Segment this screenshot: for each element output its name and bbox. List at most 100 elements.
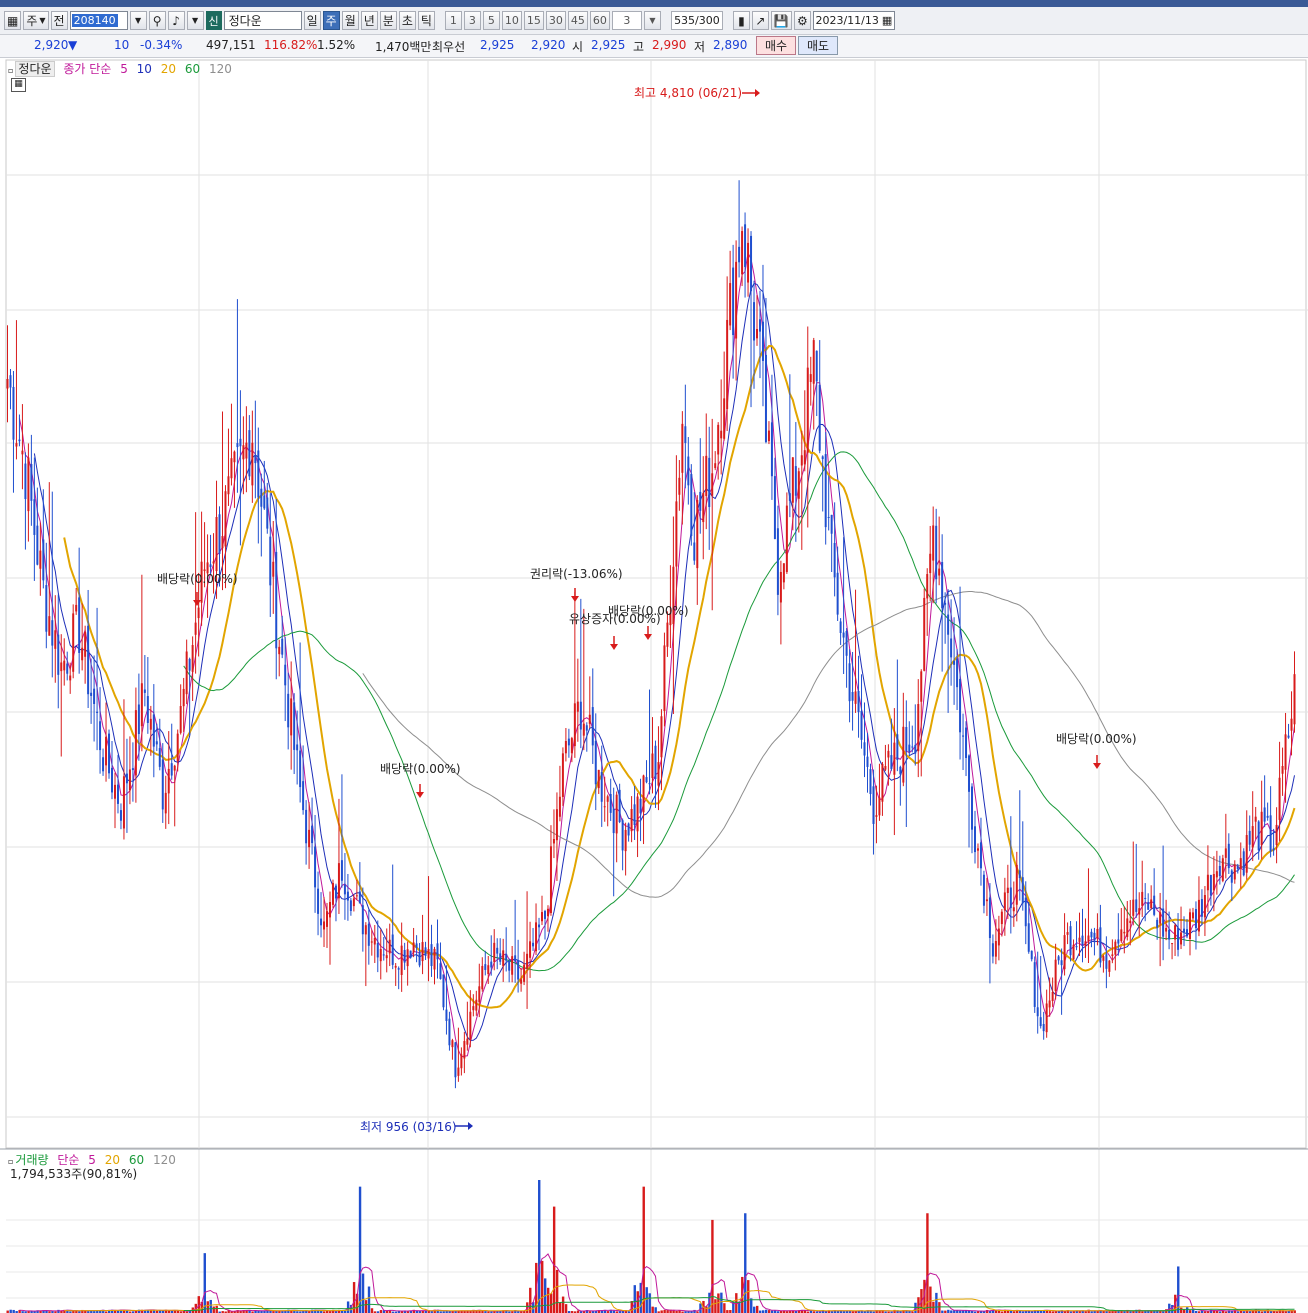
candle-body bbox=[116, 784, 119, 804]
candle-body bbox=[818, 384, 821, 451]
panel-collapse-icon[interactable]: ▫ bbox=[8, 66, 13, 75]
table-grid-icon[interactable]: ▦ bbox=[11, 78, 26, 92]
candle-body bbox=[579, 701, 582, 730]
candle-body bbox=[328, 902, 331, 918]
candle-body bbox=[929, 553, 932, 574]
candle-body bbox=[96, 711, 99, 713]
candle-body bbox=[439, 963, 442, 979]
candle-body bbox=[660, 716, 663, 758]
candle-body bbox=[633, 804, 636, 826]
candle-body bbox=[827, 516, 830, 518]
candle-body bbox=[272, 561, 275, 577]
candle-body bbox=[645, 777, 648, 783]
candle-body bbox=[532, 942, 535, 947]
candle-body bbox=[1069, 926, 1072, 956]
candle-body bbox=[266, 497, 269, 529]
candle-body bbox=[48, 616, 51, 636]
candle-body bbox=[526, 953, 529, 969]
candle-body bbox=[66, 663, 69, 674]
candle-body bbox=[51, 620, 54, 646]
volume-bar bbox=[538, 1180, 541, 1313]
candle-body bbox=[543, 910, 546, 919]
candle-body bbox=[242, 445, 245, 460]
moving-average-lines bbox=[18, 251, 1296, 1058]
volume-bar bbox=[561, 1296, 565, 1313]
candle-body bbox=[1018, 870, 1021, 879]
candle-body bbox=[36, 525, 39, 565]
volume-bar bbox=[370, 1308, 374, 1313]
candle-body bbox=[21, 450, 24, 455]
volume-bar bbox=[212, 1306, 215, 1313]
candle-body bbox=[606, 796, 609, 802]
candle-body bbox=[254, 455, 257, 464]
candle-body bbox=[1024, 897, 1027, 927]
candle-body bbox=[251, 442, 254, 486]
candle-body bbox=[636, 796, 639, 832]
candle-body bbox=[997, 928, 1000, 946]
candle-body bbox=[735, 261, 738, 339]
event-arrow-head bbox=[610, 644, 618, 650]
candle-body bbox=[893, 742, 896, 775]
volume-bar bbox=[1183, 1309, 1186, 1313]
candle-body bbox=[1081, 935, 1084, 946]
candle-body bbox=[800, 455, 803, 466]
candle-body bbox=[400, 945, 403, 975]
candle-body bbox=[1209, 875, 1212, 896]
candle-body bbox=[1275, 824, 1278, 845]
candle-body bbox=[311, 825, 314, 844]
candle-body bbox=[1281, 766, 1284, 774]
candle-body bbox=[1227, 843, 1230, 869]
volume-bar bbox=[1180, 1307, 1183, 1313]
event-label-dividend-1: 배당락(0.00%) bbox=[157, 572, 238, 586]
candle-body bbox=[1287, 735, 1290, 738]
volume-bar bbox=[938, 1302, 941, 1313]
candlestick-chart[interactable]: 최고 4,810 (06/21) 최저 956 (03/16) 배당락(0.00… bbox=[0, 0, 1308, 1313]
candle-body bbox=[848, 663, 851, 702]
candle-body bbox=[1045, 1003, 1048, 1033]
candle-body bbox=[269, 536, 272, 586]
candle-body bbox=[349, 900, 352, 912]
candle-body bbox=[433, 948, 436, 970]
candle-body bbox=[361, 905, 364, 935]
candle-body bbox=[797, 471, 800, 499]
candle-body bbox=[821, 456, 824, 460]
volume-bar bbox=[648, 1293, 651, 1313]
candle-body bbox=[600, 772, 603, 802]
candle-body bbox=[702, 493, 705, 523]
volume-bar bbox=[203, 1253, 206, 1313]
candle-body bbox=[176, 733, 179, 762]
volume-bar bbox=[747, 1280, 750, 1313]
candle-body bbox=[87, 625, 90, 695]
candle-body bbox=[985, 899, 988, 902]
candle-body bbox=[326, 911, 329, 927]
candle-body bbox=[418, 952, 421, 966]
candle-body bbox=[1242, 851, 1245, 876]
candle-body bbox=[502, 950, 505, 967]
volume-ma-legend-120: 120 bbox=[152, 1153, 176, 1167]
candle-body bbox=[90, 692, 93, 696]
candle-body bbox=[833, 542, 836, 578]
candle-body bbox=[1108, 960, 1111, 972]
price-panel-legend: ▫ 정다운 종가 단순 5 10 20 60 120 bbox=[8, 60, 237, 77]
ma-line-60 bbox=[183, 451, 1295, 972]
candle-body bbox=[1060, 960, 1063, 966]
candle-body bbox=[991, 943, 994, 957]
candle-body bbox=[445, 1009, 448, 1021]
candle-body bbox=[914, 744, 917, 754]
candle-body bbox=[558, 796, 561, 817]
candle-body bbox=[976, 848, 979, 851]
candle-body bbox=[236, 443, 239, 448]
candle-body bbox=[872, 786, 875, 824]
candle-body bbox=[747, 242, 750, 283]
candle-body bbox=[179, 706, 182, 733]
candle-body bbox=[376, 942, 379, 958]
candle-body bbox=[785, 505, 788, 572]
candle-body bbox=[9, 375, 12, 388]
candle-body bbox=[1221, 858, 1224, 881]
candle-body bbox=[941, 562, 944, 609]
volume-bar bbox=[367, 1286, 371, 1313]
candle-body bbox=[648, 783, 651, 785]
candle-body bbox=[663, 645, 666, 712]
candle-body bbox=[403, 949, 406, 963]
candle-body bbox=[406, 949, 409, 967]
